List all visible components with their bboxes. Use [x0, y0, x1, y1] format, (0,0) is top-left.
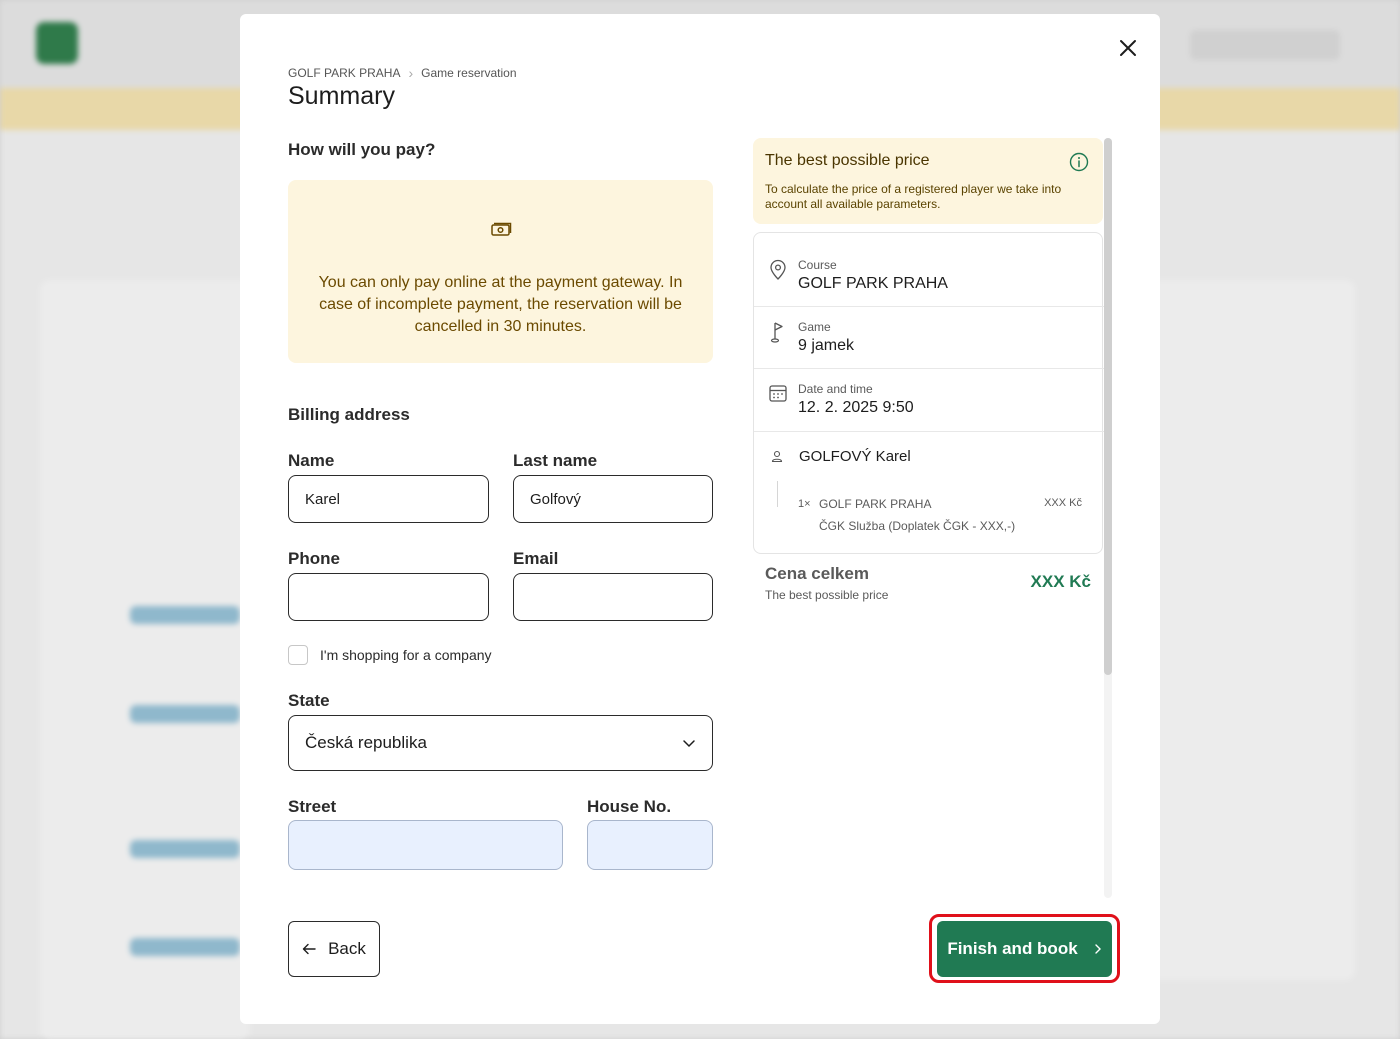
total-subtext: The best possible price [765, 588, 889, 602]
email-label: Email [513, 549, 559, 568]
phone-label: Phone [288, 549, 340, 568]
company-checkbox[interactable] [288, 645, 308, 665]
house-no-label: House No. [587, 797, 672, 816]
game-label: Game [798, 320, 831, 334]
back-button-label: Back [328, 939, 366, 958]
bg-logo [36, 22, 78, 64]
page-title: Summary [288, 82, 395, 110]
name-input[interactable] [288, 475, 489, 523]
info-icon[interactable] [1069, 152, 1089, 172]
summary-game-row: Game 9 jamek [754, 307, 1104, 369]
close-button[interactable] [1112, 32, 1144, 64]
breadcrumb-item: Game reservation [421, 66, 517, 80]
bg-user [1190, 30, 1340, 60]
user-icon [771, 450, 783, 463]
golf-flag-icon [770, 322, 783, 343]
item-price: XXX Kč [1044, 497, 1082, 509]
phone-input[interactable] [288, 573, 489, 621]
player-name: GOLFOVÝ Karel [799, 448, 911, 465]
street-label: Street [288, 797, 337, 816]
last-name-label: Last name [513, 451, 598, 470]
state-select-value: Česká republika [305, 733, 427, 752]
payment-heading: How will you pay? [288, 140, 436, 159]
best-price-description: To calculate the price of a registered p… [765, 182, 1062, 211]
total-label: Cena celkem [765, 564, 869, 583]
state-select[interactable]: Česká republika [288, 715, 713, 771]
best-price-notice: The best possible price To calculate the… [753, 138, 1103, 224]
summary-modal: GOLF PARK PRAHA › Game reservation Summa… [240, 14, 1160, 1024]
back-button[interactable]: Back [288, 921, 380, 977]
tree-connector [777, 481, 778, 507]
state-label: State [288, 691, 330, 710]
last-name-input[interactable] [513, 475, 713, 523]
house-no-input[interactable] [587, 820, 713, 870]
course-value: GOLF PARK PRAHA [798, 275, 948, 292]
finish-and-book-button[interactable]: Finish and book [937, 921, 1112, 977]
finish-button-label: Finish and book [947, 939, 1078, 958]
payment-notice-text: You can only pay online at the payment g… [318, 274, 683, 335]
bg-bar [130, 840, 240, 858]
best-price-title: The best possible price [765, 152, 930, 169]
breadcrumb: GOLF PARK PRAHA › Game reservation [288, 65, 517, 81]
summary-datetime-row: Date and time 12. 2. 2025 9:50 [754, 369, 1104, 432]
email-input[interactable] [513, 573, 713, 621]
breadcrumb-item[interactable]: GOLF PARK PRAHA [288, 66, 400, 80]
scrollbar-thumb[interactable] [1104, 138, 1112, 675]
bg-bar [130, 705, 240, 723]
chevron-right-icon: › [408, 65, 414, 81]
datetime-label: Date and time [798, 382, 873, 396]
chevron-right-icon [1094, 944, 1101, 954]
item-name: GOLF PARK PRAHA [819, 497, 932, 511]
course-label: Course [798, 258, 837, 272]
bg-bar [130, 938, 240, 956]
datetime-value: 12. 2. 2025 9:50 [798, 399, 914, 416]
payment-notice: You can only pay online at the payment g… [288, 180, 713, 363]
calendar-icon [769, 385, 787, 402]
bg-card-right [1150, 280, 1355, 980]
total-price: XXX Kč [1030, 572, 1091, 591]
close-icon [1120, 40, 1136, 56]
item-subtext: ČGK Služba (Doplatek ČGK - XXX,-) [819, 519, 1016, 533]
street-input[interactable] [288, 820, 563, 870]
name-label: Name [288, 451, 335, 470]
map-pin-icon [770, 259, 786, 280]
arrow-left-icon [302, 943, 316, 955]
billing-heading: Billing address [288, 405, 410, 424]
bg-card-left [40, 280, 250, 1039]
cash-icon [491, 222, 512, 236]
company-checkbox-label[interactable]: I'm shopping for a company [320, 647, 492, 663]
reservation-summary-card: Course GOLF PARK PRAHA Game 9 jamek Date… [753, 232, 1104, 554]
game-value: 9 jamek [798, 337, 855, 354]
summary-course-row: Course GOLF PARK PRAHA [754, 233, 1104, 307]
item-quantity: 1× [798, 498, 811, 510]
bg-bar [130, 606, 240, 624]
chevron-down-icon [683, 740, 695, 748]
